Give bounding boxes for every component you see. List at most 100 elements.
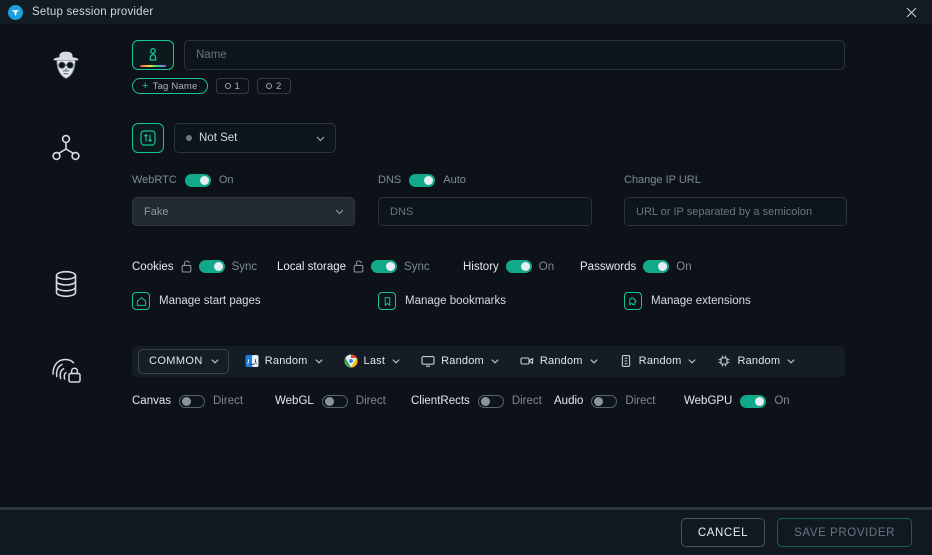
unlock-icon[interactable] [353,260,364,273]
manage-bookmarks-button[interactable]: Manage bookmarks [378,292,506,310]
identity-name-row [132,40,845,70]
window-title: Setup session provider [32,6,154,18]
storage-gutter [0,260,132,312]
manage-buttons-row: Manage start pages Manage bookmarks Mana… [132,292,870,312]
tag-label: 2 [276,80,282,92]
passwords-toggle-group: Passwords On [580,260,692,273]
webgpu-state: On [774,395,790,407]
proxy-gutter [0,123,132,226]
tag-chip-1[interactable]: 1 [215,78,250,94]
fingerprint-os-value: Random [264,355,308,367]
webgpu-toggle-group: WebGPU On [684,394,790,408]
fingerprint-preset-select[interactable]: COMMON [138,348,229,374]
network-share-icon [49,131,83,226]
fingerprint-os-select[interactable]: Random [245,354,334,368]
manage-extensions-label: Manage extensions [651,295,751,307]
canvas-state: Direct [213,395,244,407]
ring-icon [266,83,273,89]
dialog-footer: CANCEL SAVE PROVIDER [0,510,932,555]
chrome-icon [344,354,358,368]
webgl-state: Direct [355,395,386,407]
profile-laptop-icon[interactable] [132,40,174,70]
fingerprint-screen-select[interactable]: Random [421,354,510,368]
save-provider-button[interactable]: SAVE PROVIDER [777,518,912,547]
change-ip-label-row: Change IP URL [624,172,870,188]
change-ip-label: Change IP URL [624,174,701,186]
fingerprint-preset-value: COMMON [149,355,203,367]
identity-gutter [0,40,132,94]
webrtc-label: WebRTC [132,174,177,186]
add-tag-chip[interactable]: + Tag Name [132,78,208,94]
dialog-body: + Tag Name 1 2 [0,25,932,510]
chevron-down-icon [687,356,697,366]
fingerprint-browser-select[interactable]: Last [344,354,412,368]
tag-chip-2[interactable]: 2 [257,78,291,94]
fingerprint-gutter [0,346,132,408]
os-finder-icon [245,354,259,368]
webrtc-mode-select[interactable]: Fake [132,197,355,226]
fingerprint-webcam-select[interactable]: Random [520,354,609,368]
fingerprint-cpu-value: Random [737,355,781,367]
fingerprint-memory-select[interactable]: Random [619,354,708,368]
dns-input[interactable] [378,197,592,226]
cpu-chip-icon [717,354,731,368]
audio-toggle[interactable] [591,394,618,408]
tag-label: 1 [234,80,241,92]
transfer-arrows-icon[interactable] [132,123,164,153]
storage-section: Cookies Sync Local storage Sync History … [0,226,932,312]
clientrects-toggle[interactable] [477,394,504,408]
manage-start-pages-button[interactable]: Manage start pages [132,292,261,310]
cookies-state: Sync [231,260,258,273]
unlock-icon[interactable] [181,260,192,273]
local-storage-state: Sync [404,260,430,273]
webgl-toggle[interactable] [321,394,348,408]
manage-start-pages-column: Manage start pages [132,292,378,312]
chevron-down-icon [315,133,326,144]
fingerprint-lock-icon [49,354,83,408]
manage-extensions-button[interactable]: Manage extensions [624,292,751,310]
fingerprint-webcam-value: Random [539,355,583,367]
change-ip-column: Change IP URL [624,172,870,226]
local-storage-toggle[interactable] [371,260,398,273]
home-icon [132,292,150,310]
webrtc-mode-value: Fake [144,205,169,218]
webgpu-label: WebGPU [684,395,733,407]
cookies-toggle[interactable] [198,260,225,273]
webrtc-column: WebRTC On Fake [132,172,378,226]
manage-bookmarks-column: Manage bookmarks [378,292,624,312]
chevron-down-icon [490,356,500,366]
identity-fields: + Tag Name 1 2 [132,40,932,94]
proxy-type-value: Not Set [199,132,238,144]
dns-toggle-row: DNS Auto [378,172,624,188]
session-name-input[interactable] [184,40,845,70]
fingerprint-section: COMMON Random Last Random Random Random … [0,312,932,408]
cancel-button[interactable]: CANCEL [680,518,766,547]
webgl-label: WebGL [275,395,314,407]
clientrects-toggle-group: ClientRects Direct [411,394,554,408]
canvas-toggle[interactable] [179,394,205,408]
webgpu-toggle[interactable] [740,394,767,408]
plus-icon: + [142,79,149,92]
fingerprint-fields: COMMON Random Last Random Random Random … [132,345,932,408]
rainbow-accent-bar [140,65,166,67]
close-icon[interactable] [890,0,932,25]
dns-toggle[interactable] [409,173,436,187]
audio-toggle-group: Audio Direct [554,394,684,408]
proxy-section: Not Set WebRTC On Fake DNS Auto DNS Chan… [0,94,932,226]
history-toggle[interactable] [505,260,532,273]
webrtc-toggle-row: WebRTC On [132,172,378,188]
change-ip-input[interactable] [624,197,847,226]
ring-icon [224,83,231,89]
passwords-toggle[interactable] [643,260,670,273]
webrtc-toggle[interactable] [184,173,211,187]
chevron-down-icon [786,356,796,366]
heisenberg-avatar-icon [48,48,84,94]
webgl-toggle-group: WebGL Direct [275,394,411,408]
clientrects-state: Direct [511,395,542,407]
monitor-icon [421,354,435,368]
proxy-type-select[interactable]: Not Set [174,123,336,153]
proxy-type-row: Not Set [132,123,870,153]
fingerprint-cpu-select[interactable]: Random [717,354,806,368]
history-state: On [538,260,555,273]
tag-list: + Tag Name 1 2 [132,78,845,94]
